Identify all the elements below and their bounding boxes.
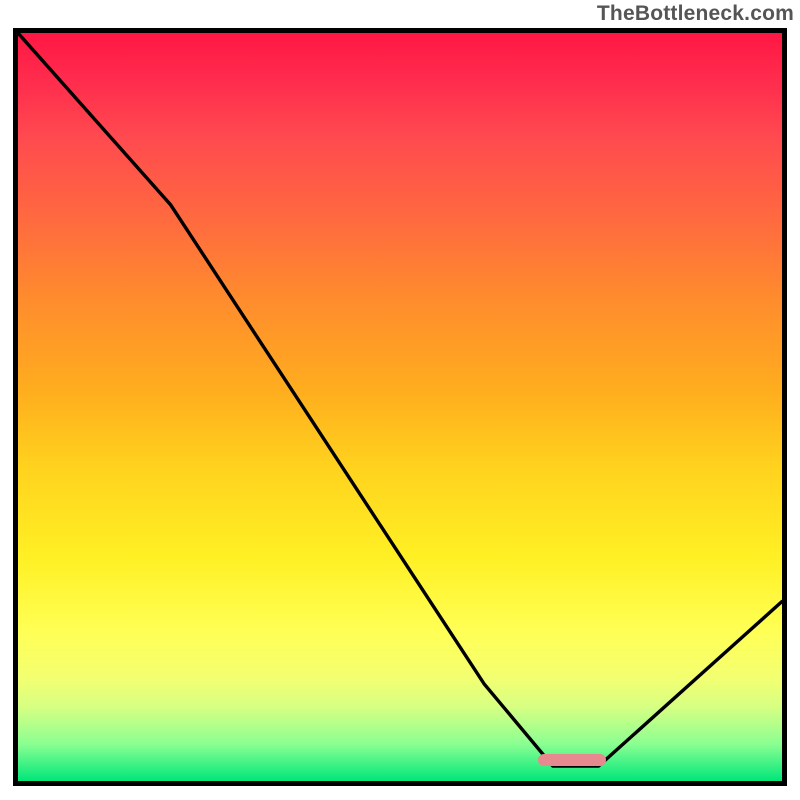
plot-frame [13,28,787,786]
bottleneck-curve-path [18,33,782,766]
optimum-marker [538,754,607,766]
curve-svg [18,33,782,781]
watermark-text: TheBottleneck.com [597,2,794,26]
chart-canvas: TheBottleneck.com [0,0,800,800]
